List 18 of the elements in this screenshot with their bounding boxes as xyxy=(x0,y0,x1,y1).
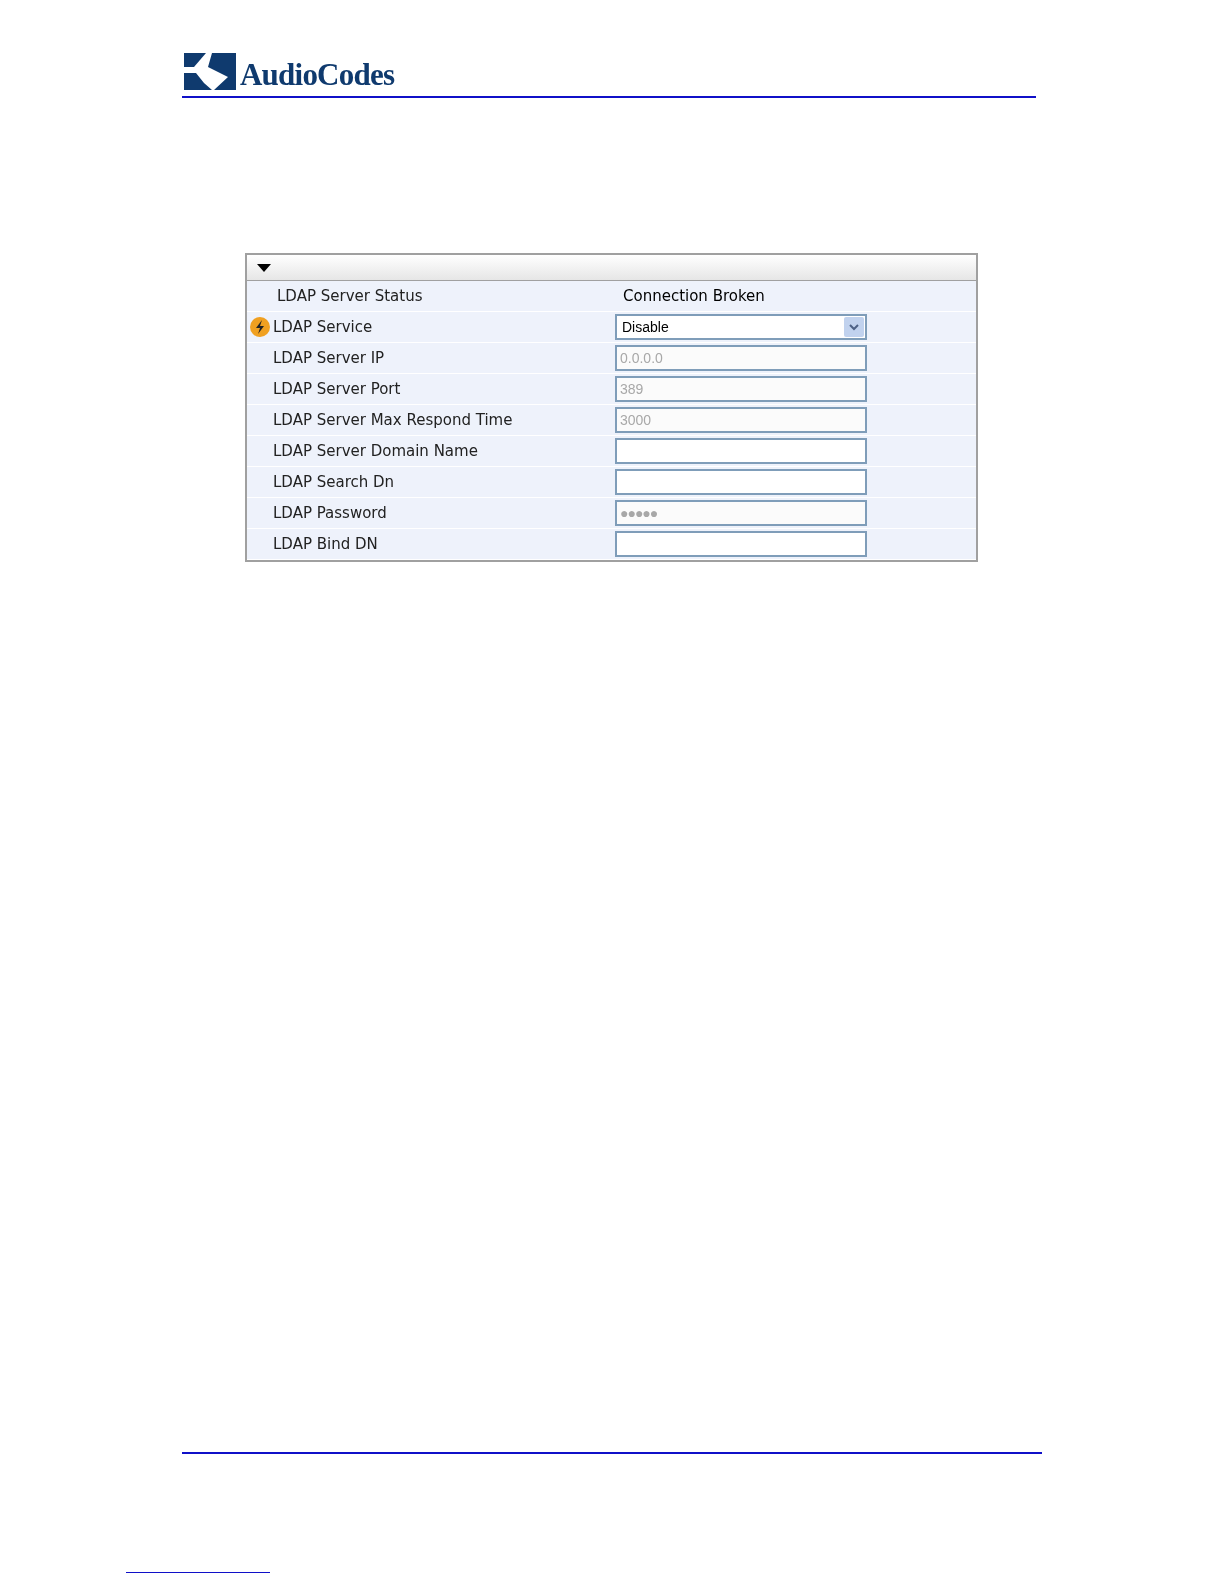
field-label: LDAP Search Dn xyxy=(273,473,395,491)
field-label: LDAP Server Domain Name xyxy=(273,442,478,460)
input-field[interactable] xyxy=(615,469,867,495)
field-label: LDAP Bind DN xyxy=(273,535,378,553)
field-label: LDAP Service xyxy=(273,318,373,336)
chevron-down-icon xyxy=(844,317,864,337)
field-label: LDAP Server Port xyxy=(273,380,401,398)
field-label: LDAP Server Max Respond Time xyxy=(273,411,513,429)
collapse-toggle-icon[interactable] xyxy=(257,263,271,272)
status-value: Connection Broken xyxy=(622,285,765,307)
input-field[interactable] xyxy=(615,438,867,464)
field-label: LDAP Password xyxy=(273,504,387,522)
input-field[interactable] xyxy=(615,531,867,557)
logo-icon xyxy=(184,53,236,90)
field-label: LDAP Server IP xyxy=(273,349,385,367)
logo-text: AudioCodes xyxy=(240,59,395,90)
field-label: LDAP Server Status xyxy=(276,287,423,305)
service-dropdown[interactable]: Disable xyxy=(615,314,867,340)
